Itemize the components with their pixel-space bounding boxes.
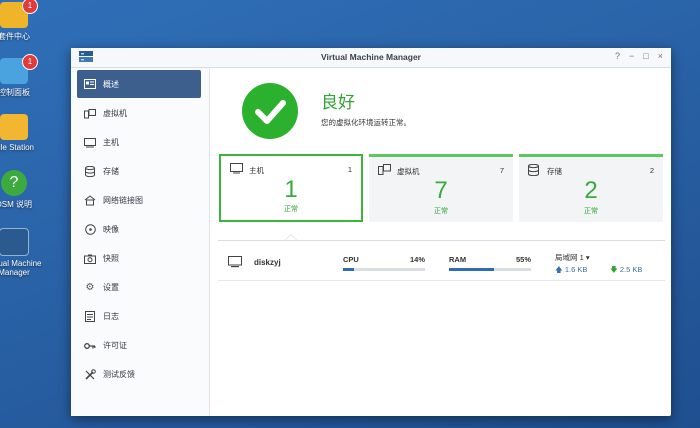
card-status: 正常 <box>584 208 598 215</box>
chevron-down-icon: ▾ <box>585 253 590 262</box>
notification-badge: 1 <box>22 0 38 14</box>
network-title[interactable]: 局域网 1 ▾ <box>555 253 590 262</box>
sidebar-item-host[interactable]: 主机 <box>71 128 209 157</box>
package-center-icon: 1 <box>0 0 38 28</box>
download-rate: 🡇 2.5 KB <box>610 265 643 274</box>
desktop-icon-control-panel[interactable]: 1 控制面板 <box>0 54 44 98</box>
card-value: 2 <box>584 177 598 204</box>
summary-card-host[interactable]: 主机 1 1 正常 <box>219 154 363 222</box>
maximize-button[interactable]: □ <box>643 51 648 61</box>
close-button[interactable]: × <box>658 51 663 61</box>
sidebar-item-label: 设置 <box>103 283 119 292</box>
desktop-icon-label: 控制面板 <box>0 88 30 97</box>
ram-track <box>449 268 531 271</box>
sidebar-item-label: 网络链接图 <box>103 196 143 205</box>
host-icon <box>230 163 243 177</box>
sidebar-item-license[interactable]: 许可证 <box>71 331 209 360</box>
control-panel-icon: 1 <box>0 54 38 84</box>
host-name: diskzyj <box>254 258 281 267</box>
sidebar: 概述 虚拟机 主机 存储 网络链接图 映像 快照 ⚙ 设置 日志 许可证 测试反… <box>71 68 210 416</box>
sidebar-item-label: 概述 <box>103 79 119 89</box>
desktop-icon-vmm[interactable]: Virtual Machine Manager <box>0 228 44 277</box>
sidebar-item-settings[interactable]: ⚙ 设置 <box>71 273 209 302</box>
vm-icon <box>378 164 391 178</box>
sidebar-item-storage[interactable]: 存储 <box>71 157 209 186</box>
overview-panel: 良好 您的虚拟化环境运转正常。 主机 1 1 正常 虚拟机 7 7 正常 存储 … <box>210 68 671 416</box>
sidebar-item-network[interactable]: 网络链接图 <box>71 186 209 215</box>
sidebar-item-log[interactable]: 日志 <box>71 302 209 331</box>
desktop-icon-label: Virtual Machine Manager <box>0 259 42 277</box>
cpu-value: 14% <box>409 255 425 264</box>
section-divider <box>218 240 665 241</box>
log-icon <box>83 310 97 324</box>
summary-card-storage[interactable]: 存储 2 2 正常 <box>519 154 663 222</box>
status-title: 良好 <box>321 93 355 112</box>
card-value: 7 <box>434 177 448 204</box>
summary-card-vm[interactable]: 虚拟机 7 7 正常 <box>369 154 513 222</box>
cpu-label: CPU <box>343 255 359 264</box>
sidebar-item-label: 日志 <box>103 312 119 321</box>
overview-icon <box>83 77 97 91</box>
key-icon <box>83 339 97 353</box>
ram-value: 55% <box>515 255 531 264</box>
cpu-fill <box>343 268 355 271</box>
sidebar-item-label: 主机 <box>103 138 119 147</box>
sidebar-item-feedback[interactable]: 测试反馈 <box>71 360 209 389</box>
status-ok-icon <box>242 83 298 139</box>
window-titlebar[interactable]: Virtual Machine Manager ? − □ × <box>71 48 671 68</box>
help-icon: ? <box>1 170 27 196</box>
desktop-icon-label: File Station <box>0 143 35 152</box>
upload-arrow-icon: 🡅 <box>555 265 563 274</box>
vmm-window: Virtual Machine Manager ? − □ × 概述 虚拟机 主… <box>71 48 671 416</box>
sidebar-item-label: 映像 <box>103 225 119 234</box>
host-row[interactable]: diskzyj CPU 14% RAM 55% 局域网 1 ▾ 🡅 1.6 KB… <box>218 248 665 281</box>
desktop-icon-dsm-help[interactable]: ? DSM 说明 <box>0 170 44 210</box>
card-count: 1 <box>347 165 352 174</box>
sidebar-item-label: 测试反馈 <box>103 370 135 379</box>
cpu-track <box>343 268 425 271</box>
window-title: Virtual Machine Manager <box>321 52 421 62</box>
folder-icon <box>0 114 28 140</box>
ram-fill <box>449 268 495 271</box>
host-icon <box>228 256 242 271</box>
network-icon <box>83 194 97 208</box>
notification-badge: 1 <box>22 54 38 70</box>
card-title: 虚拟机 <box>397 167 420 176</box>
sidebar-item-vm[interactable]: 虚拟机 <box>71 99 209 128</box>
card-status: 正常 <box>284 206 298 213</box>
desktop-icon-file-station[interactable]: File Station <box>0 114 44 152</box>
desktop-icon-label: DSM 说明 <box>0 200 32 209</box>
card-title: 主机 <box>249 166 264 175</box>
host-icon <box>83 136 97 150</box>
sidebar-item-label: 快照 <box>103 254 119 263</box>
image-icon <box>83 223 97 237</box>
vmm-icon <box>0 228 29 256</box>
sidebar-item-image[interactable]: 映像 <box>71 215 209 244</box>
download-arrow-icon: 🡇 <box>610 265 618 274</box>
card-title: 存储 <box>547 167 562 176</box>
vm-icon <box>83 107 97 121</box>
desktop-icon-label: 套件中心 <box>0 32 30 41</box>
sidebar-item-snapshot[interactable]: 快照 <box>71 244 209 273</box>
card-value: 1 <box>284 176 298 203</box>
card-status: 正常 <box>434 208 448 215</box>
selection-pointer <box>285 234 297 240</box>
status-description: 您的虚拟化环境运转正常。 <box>321 118 411 127</box>
sidebar-item-label: 虚拟机 <box>103 109 127 118</box>
upload-rate: 🡅 1.6 KB <box>555 265 588 274</box>
sidebar-item-overview[interactable]: 概述 <box>77 70 201 98</box>
tools-icon <box>83 368 97 382</box>
snapshot-icon <box>83 252 97 266</box>
sidebar-item-label: 存储 <box>103 167 119 176</box>
help-button[interactable]: ? <box>615 51 620 61</box>
ram-label: RAM <box>449 255 467 264</box>
storage-icon <box>83 165 97 179</box>
network-stats: 局域网 1 ▾ 🡅 1.6 KB 🡇 2.5 KB <box>555 252 655 274</box>
minimize-button[interactable]: − <box>629 51 634 61</box>
desktop-icon-package-center[interactable]: 1 套件中心 <box>0 0 44 42</box>
sidebar-item-label: 许可证 <box>103 341 127 350</box>
card-count: 2 <box>649 166 654 175</box>
card-count: 7 <box>499 166 504 175</box>
gear-icon: ⚙ <box>85 282 95 293</box>
